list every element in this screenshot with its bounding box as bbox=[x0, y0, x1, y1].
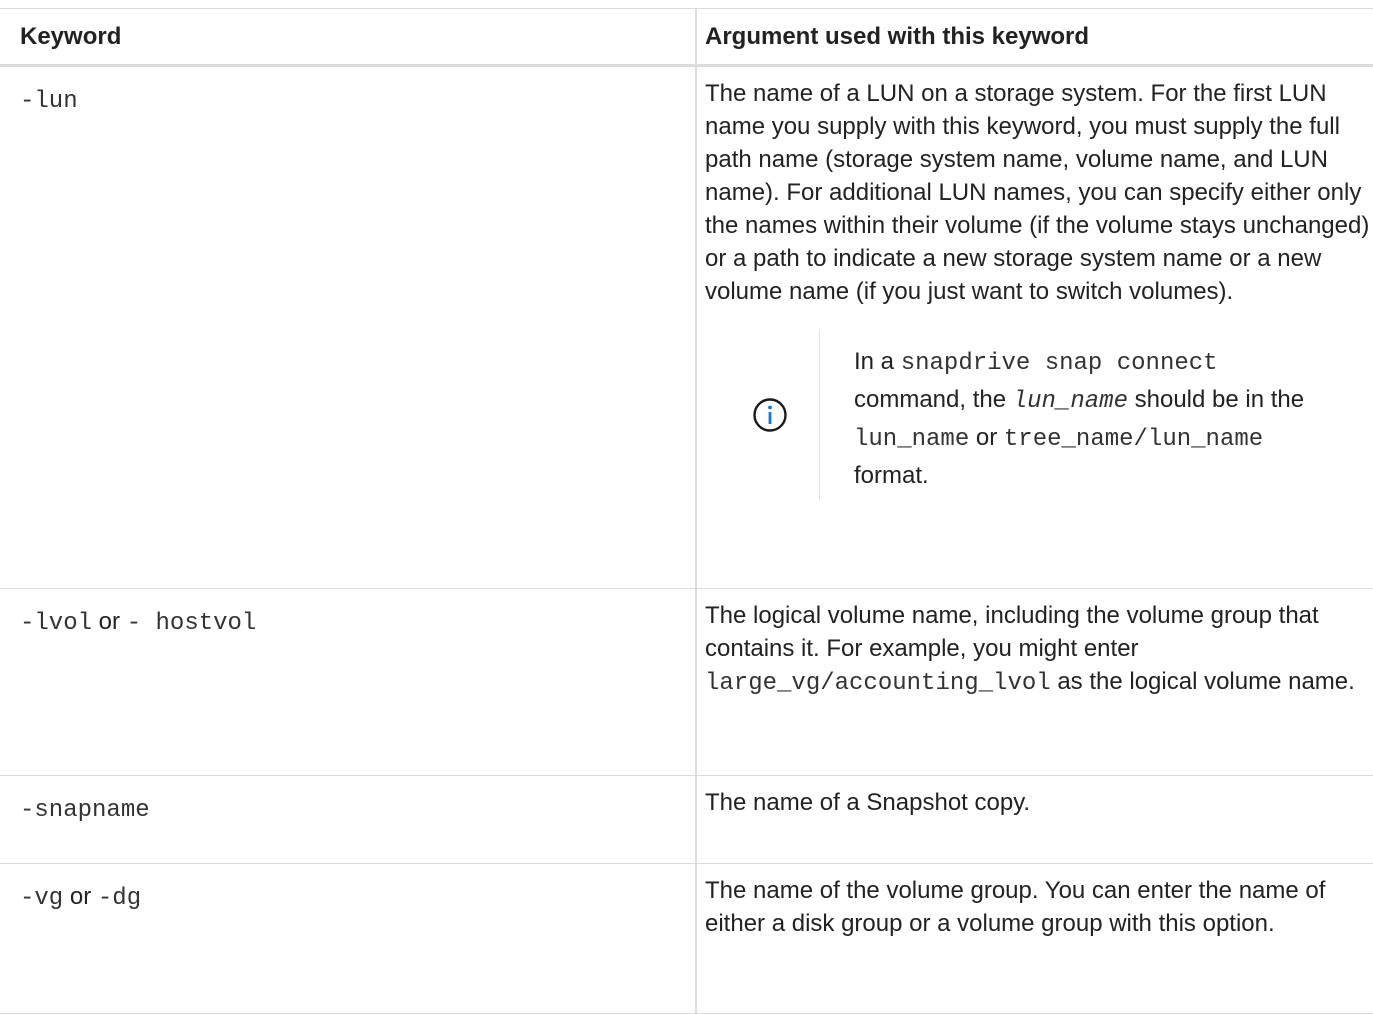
keyword-code: -dg bbox=[97, 885, 142, 912]
table-header-row: Keyword Argument used with this keyword bbox=[0, 9, 1373, 67]
argument-code-example: large_vg/accounting_lvol bbox=[705, 670, 1051, 697]
note-icon-container bbox=[721, 330, 820, 500]
note-code-tree-format: tree_name/lun_name bbox=[1003, 426, 1264, 453]
keyword-cell: -vg or -dg bbox=[0, 864, 697, 1013]
argument-cell: The name of a Snapshot copy. bbox=[697, 776, 1373, 863]
keyword-separator: or bbox=[63, 883, 98, 910]
argument-cell: The logical volume name, including the v… bbox=[697, 589, 1373, 775]
argument-description: as the logical volume name. bbox=[1050, 668, 1355, 695]
header-keyword: Keyword bbox=[0, 9, 697, 64]
table-row: -lvol or - hostvol The logical volume na… bbox=[0, 589, 1373, 776]
table-row: -snapname The name of a Snapshot copy. bbox=[0, 776, 1373, 864]
table-row: -vg or -dg The name of the volume group.… bbox=[0, 864, 1373, 1014]
info-icon bbox=[753, 398, 787, 432]
keyword-separator: or bbox=[92, 608, 127, 635]
argument-cell: The name of the volume group. You can en… bbox=[697, 864, 1373, 1013]
keyword-cell: -lun bbox=[0, 67, 697, 588]
argument-description: The name of the volume group. You can en… bbox=[705, 877, 1326, 937]
note-text: In a snapdrive snap connect command, the… bbox=[820, 330, 1314, 500]
note-text-part: or bbox=[969, 424, 1004, 451]
note-text-part: In a bbox=[854, 348, 901, 375]
note-code-lun-name-format: lun_name bbox=[854, 426, 970, 453]
keyword-code: -snapname bbox=[20, 797, 150, 824]
table-row: -lun The name of a LUN on a storage syst… bbox=[0, 67, 1373, 589]
note-text-part: format. bbox=[854, 462, 929, 489]
keyword-table: Keyword Argument used with this keyword … bbox=[0, 8, 1373, 1014]
argument-description: The name of a LUN on a storage system. F… bbox=[705, 80, 1370, 305]
keyword-cell: -snapname bbox=[0, 776, 697, 863]
note-code-lun-name: lun_name bbox=[1012, 388, 1128, 415]
note-text-part: command, the bbox=[854, 386, 1013, 413]
note-text-part: should be in the bbox=[1127, 386, 1305, 413]
note-code-command: snapdrive snap connect bbox=[900, 350, 1218, 377]
argument-description: The logical volume name, including the v… bbox=[705, 602, 1319, 662]
header-argument: Argument used with this keyword bbox=[705, 23, 1090, 50]
keyword-code: -vg bbox=[20, 885, 64, 912]
info-note: In a snapdrive snap connect command, the… bbox=[721, 330, 1373, 500]
argument-description: The name of a Snapshot copy. bbox=[705, 789, 1031, 816]
argument-cell: The name of a LUN on a storage system. F… bbox=[697, 67, 1373, 588]
keyword-code: - hostvol bbox=[126, 610, 257, 637]
keyword-cell: -lvol or - hostvol bbox=[0, 589, 697, 775]
keyword-code: -lun bbox=[20, 88, 78, 115]
keyword-code: -lvol bbox=[20, 610, 93, 637]
